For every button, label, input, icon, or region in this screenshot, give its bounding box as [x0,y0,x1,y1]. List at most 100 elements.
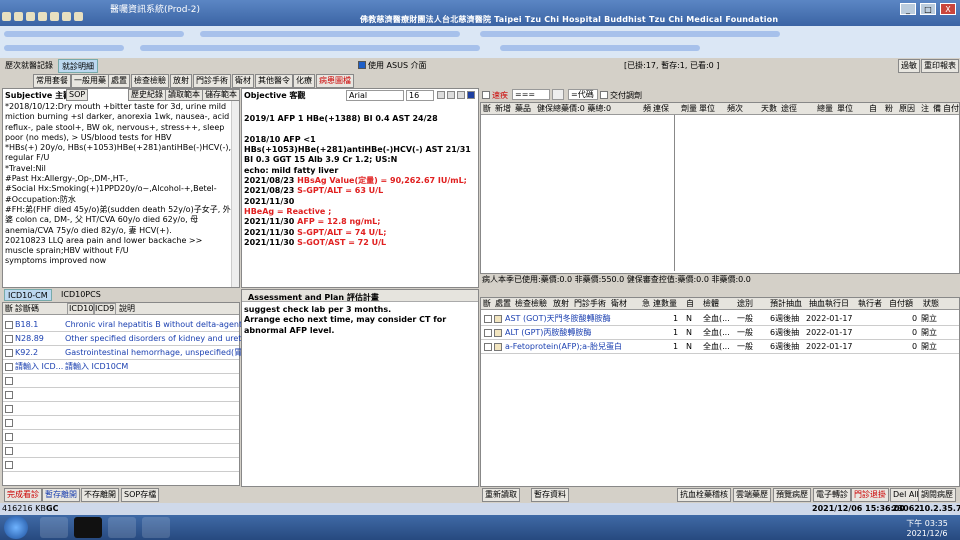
icd-row-checkbox[interactable] [5,405,13,413]
icd-description[interactable]: Chronic viral hepatitis B without delta-… [65,318,261,332]
finish-visit-button[interactable]: 完成看診 [4,488,42,502]
icd-code[interactable]: N28.89 [15,332,44,346]
icd-row[interactable]: K92.2 Gastrointestinal hemorrhage, unspec… [3,346,258,360]
treatment-header-col: 檢體 [703,299,719,308]
taskbar-app-icon[interactable] [40,517,68,538]
icd-code[interactable]: K92.2 [15,346,38,360]
tab-general-meds[interactable]: 一般用藥 [71,74,109,88]
icd-row-checkbox[interactable] [5,377,13,385]
icd-row-checkbox[interactable] [5,349,13,357]
user-icon[interactable] [62,12,71,21]
exit-nosave-button[interactable]: 不存離開 [81,488,119,502]
wrench-icon[interactable] [50,12,59,21]
icd-row[interactable]: B18.1 Chronic viral hepatitis B without d… [3,318,261,332]
edit-pencil-icon[interactable] [494,315,502,323]
urgent-checkbox[interactable] [482,91,490,99]
tab-radiology[interactable]: 放射 [170,74,192,88]
treatment-row[interactable]: a-Fetoprotein(AFP);a-胎兒蛋白 1 N 全血(... 一般 6週後抽 2… [481,340,959,354]
tab-visit-history[interactable]: 歷次就醫記錄 [2,59,56,73]
icd10-toggle[interactable]: ICD10 [67,303,96,315]
tab-outpatient-surgery[interactable]: 門診手術 [193,74,231,88]
icd-row-checkbox[interactable] [5,419,13,427]
edit-pencil-icon[interactable] [494,343,502,351]
temp-save-button[interactable]: 暫存資料 [531,488,569,502]
edit-pencil-icon[interactable] [494,329,502,337]
treatment-row-checkbox[interactable] [484,329,492,337]
tab-patient-images[interactable]: 病患圖檔 [316,74,354,88]
help-icon[interactable] [38,12,47,21]
minimize-button[interactable]: _ [900,3,916,15]
save-exit-button[interactable]: 暫存離開 [42,488,80,502]
referral-button[interactable]: 電子轉診 [813,488,851,502]
icd-row-checkbox[interactable] [5,461,13,469]
taskbar-terminal-icon[interactable] [74,517,102,538]
dropdown-icon[interactable] [552,89,564,100]
start-button-icon[interactable] [4,516,28,539]
history-button[interactable]: 歷史紀錄 [128,89,166,101]
bold-icon[interactable] [437,91,445,99]
read-template-button[interactable]: 讀取範本 [165,89,203,101]
code-select[interactable]: =代碼= [568,89,598,108]
font-size-select[interactable]: 16 [406,90,434,101]
icd-description[interactable]: Gastrointestinal hemorrhage, unspecified… [65,346,258,360]
save-template-button[interactable]: 儲存範本 [202,89,240,101]
tab-visit-detail[interactable]: 就診明細 [58,59,98,73]
subjective-scrollbar[interactable] [231,101,239,287]
icd-row-checkbox[interactable] [5,447,13,455]
tab-chemo[interactable]: 化療 [293,74,315,88]
reload-button[interactable]: 重新讀取 [482,488,520,502]
view-record-button[interactable]: 調閱病歷 [918,488,956,502]
cancel-registration-button[interactable]: 門診退掛 [851,488,889,502]
asus-checkbox[interactable] [358,61,366,69]
assessment-text[interactable]: suggest check lab per 3 months. Arrange … [244,305,476,336]
icd-description[interactable]: Other specified disorders of kidney and … [65,332,260,346]
icd9-toggle[interactable]: ICD9 [93,303,117,315]
antithrombotic-audit-button[interactable]: 抗血栓藥稽核 [677,488,731,502]
tab-treatment[interactable]: 處置 [108,74,130,88]
icd-description[interactable]: 請輸入 ICD10CM [65,360,128,374]
icd-row-checkbox[interactable] [5,335,13,343]
icd-code[interactable]: B18.1 [15,318,38,332]
icd-row-checkbox[interactable] [5,391,13,399]
taskbar-ie-icon[interactable] [142,517,170,538]
treatment-row[interactable]: ALT (GPT)丙胺酸轉胺酶 1 N 全血(... 一般 6週後抽 2022-01-17 0… [481,326,959,340]
icd-row[interactable]: N28.89 Other specified disorders of kidne… [3,332,260,346]
settings-icon[interactable] [26,12,35,21]
underline-icon[interactable] [457,91,465,99]
objective-text[interactable]: 2019/1 AFP 1 HBe(+1388) BI 0.4 AST 24/28… [244,104,476,248]
delivery-checkbox[interactable] [600,91,608,99]
cloud-med-button[interactable]: 雲端藥歷 [733,488,771,502]
icd-code[interactable]: 請輸入 ICD... [15,360,63,374]
tab-lab-exam[interactable]: 檢查檢驗 [131,74,169,88]
preview-record-button[interactable]: 預覽病歷 [773,488,811,502]
tab-other-orders[interactable]: 其他醫令 [255,74,293,88]
flag-icon[interactable] [74,12,83,21]
icd-row-checkbox[interactable] [5,433,13,441]
tab-supplies[interactable]: 衛材 [232,74,254,88]
app-icon[interactable] [2,12,11,21]
treatment-row-checkbox[interactable] [484,343,492,351]
delete-all-button[interactable]: Del All [890,488,922,502]
text-color-icon[interactable] [467,91,475,99]
icd-row-checkbox[interactable] [5,321,13,329]
allergy-button[interactable]: 過敏 [898,59,920,73]
taskbar-globe-icon[interactable] [108,517,136,538]
font-select[interactable]: Arial [346,90,404,101]
equals-select[interactable]: === [512,89,550,100]
sop-save-button[interactable]: SOP存檔 [121,488,160,502]
italic-icon[interactable] [447,91,455,99]
treatment-row[interactable]: AST (GOT)天門冬胺酸轉胺酶 1 N 全血(... 一般 6週後抽 2022-01-1… [481,312,959,326]
tab-icd10pcs[interactable]: ICD10PCS [58,289,104,301]
maximize-button[interactable]: □ [920,3,936,15]
sop-button[interactable]: SOP [66,89,89,101]
tool-icon[interactable] [14,12,23,21]
tab-common-sets[interactable]: 常用套餐 [33,74,71,88]
subjective-text[interactable]: *2018/10/12:Dry mouth +bitter taste for … [5,102,231,286]
reprint-button[interactable]: 重印報表 [921,59,959,73]
icd-row[interactable]: 請輸入 ICD... 請輸入 ICD10CM [3,360,239,374]
tab-icd10cm[interactable]: ICD10-CM [4,289,52,301]
close-button[interactable]: X [940,3,956,15]
gc-button[interactable]: GC [46,503,58,515]
icd-row-checkbox[interactable] [5,363,13,371]
treatment-row-checkbox[interactable] [484,315,492,323]
